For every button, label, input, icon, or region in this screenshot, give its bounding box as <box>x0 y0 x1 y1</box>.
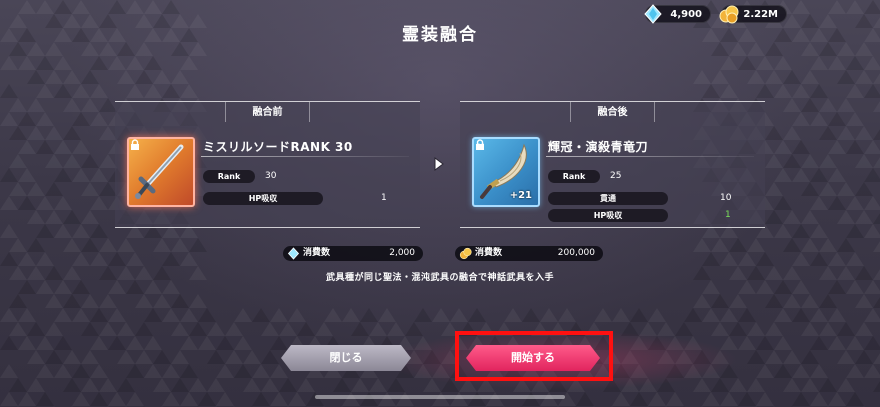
gem-cost: 消費数 2,000 <box>283 246 423 261</box>
stat-value: 25 <box>610 171 622 181</box>
gem-cost-label: 消費数 <box>303 248 331 258</box>
stat-value: 10 <box>720 193 732 203</box>
before-panel: 融合前 ミスリルソードRANK 30 Rank 30 HP吸収 1 <box>115 101 420 228</box>
lock-icon <box>476 139 484 150</box>
stat-value: 1 <box>381 193 387 203</box>
before-panel-header: 融合前 <box>115 102 420 124</box>
page-title: 霊装融合 <box>402 25 478 45</box>
fusion-info-text: 武具種が同じ聖法・混沌武具の融合で神話武具を入手 <box>325 273 554 283</box>
after-panel-header: 融合後 <box>460 102 765 124</box>
stat-label: 貫通 <box>548 192 668 205</box>
diamond-icon <box>287 247 300 260</box>
gold-cost-label: 消費数 <box>475 248 503 258</box>
after-panel: 融合後 K +21 輝冠・演殺青竜刀 Rank 25 貫通 10 HP吸収 1 <box>460 101 765 228</box>
gem-cost-value: 2,000 <box>389 248 415 258</box>
stat-value: 1 <box>725 210 731 220</box>
after-item-slot[interactable]: K +21 <box>472 137 540 207</box>
stat-label: HP吸収 <box>548 209 668 222</box>
highlight-box <box>455 331 613 381</box>
gold-cost-value: 200,000 <box>557 248 595 258</box>
gold-coin-icon <box>459 247 472 260</box>
stat-label: HP吸収 <box>203 192 323 205</box>
close-button[interactable]: 閉じる <box>281 345 411 371</box>
stat-label: Rank <box>203 170 255 183</box>
gem-amount: 4,900 <box>670 8 702 20</box>
before-item-name: ミスリルソードRANK 30 <box>203 140 353 154</box>
stat-label: Rank <box>548 170 600 183</box>
before-item-slot[interactable] <box>127 137 195 207</box>
lock-icon <box>131 139 139 150</box>
enhance-level: +21 <box>509 190 532 201</box>
gold-cost: 消費数 200,000 <box>455 246 603 261</box>
after-item-name: 輝冠・演殺青竜刀 <box>548 140 649 154</box>
stat-value: 30 <box>265 171 277 181</box>
gold-amount: 2.22M <box>743 8 778 20</box>
home-indicator[interactable] <box>315 395 565 399</box>
arrow-right-icon <box>434 157 444 171</box>
